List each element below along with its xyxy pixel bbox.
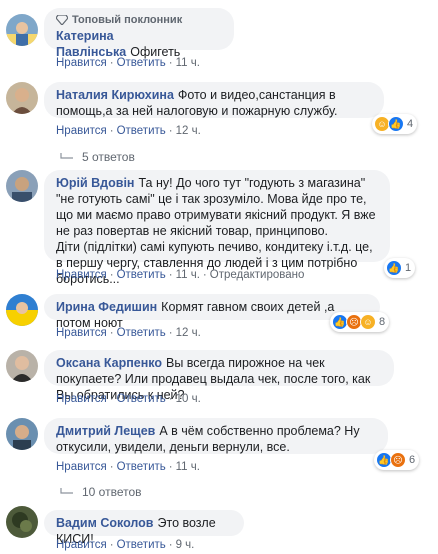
reaction-summary[interactable]: 👍 ☹ ☺ 8 xyxy=(330,312,390,332)
reply-button[interactable]: Ответить xyxy=(117,125,166,137)
comment-bubble: Ирина Федишин Кормят гавном своих детей ,… xyxy=(44,294,380,330)
reply-button[interactable]: Ответить xyxy=(117,269,166,281)
diamond-icon xyxy=(56,15,68,25)
comment-actions: Нравится · Ответить · 11 ч. · Отредактировано xyxy=(56,269,305,281)
reaction-summary[interactable]: 👍 1 xyxy=(384,258,416,278)
reply-button[interactable]: Ответить xyxy=(117,57,166,69)
like-button[interactable]: Нравится xyxy=(56,269,107,281)
comment-author[interactable]: Наталия Кирюхина xyxy=(56,88,174,102)
reply-button[interactable]: Ответить xyxy=(117,539,166,551)
reaction-count: 1 xyxy=(405,262,412,274)
comment-actions: Нравится · Ответить · 11 ч. xyxy=(56,461,200,473)
comment-time[interactable]: 11 ч. xyxy=(176,57,200,69)
like-button[interactable]: Нравится xyxy=(56,125,107,137)
haha-icon: ☺ xyxy=(360,314,376,330)
avatar[interactable] xyxy=(6,350,38,382)
avatar[interactable] xyxy=(6,170,38,202)
comment-actions: Нравится · Ответить · 11 ч. xyxy=(56,57,200,69)
comment-time[interactable]: 11 ч. xyxy=(176,461,200,473)
comment-actions: Нравится · Ответить · 12 ч. xyxy=(56,125,201,137)
comment-bubble: Юрій Вдовін Та ну! До чого тут "годують з… xyxy=(44,170,390,286)
comment-bubble: Топовый поклонник Катерина Павлінська Офи… xyxy=(44,8,234,59)
like-button[interactable]: Нравится xyxy=(56,461,107,473)
comment-time[interactable]: 12 ч. xyxy=(176,125,201,137)
top-fan-badge: Топовый поклонник xyxy=(56,13,222,27)
avatar[interactable] xyxy=(6,506,38,538)
edited-label[interactable]: Отредактировано xyxy=(210,269,305,281)
comment-author[interactable]: Вадим Соколов xyxy=(56,516,154,530)
comment-author[interactable]: Ирина Федишин xyxy=(56,300,157,314)
comment-bubble: Вадим Соколов Это возле КИСИ! xyxy=(44,510,244,546)
like-icon: 👍 xyxy=(386,260,402,276)
comment-time[interactable]: 12 ч. xyxy=(176,327,201,339)
comment-bubble: Оксана Карпенко Вы всегда пирожное на чек… xyxy=(44,350,394,402)
comment-time[interactable]: 10 ч. xyxy=(176,393,201,405)
badge-label: Топовый поклонник xyxy=(72,14,183,26)
comment-actions: Нравится · Ответить · 10 ч. xyxy=(56,393,201,405)
comment-actions: Нравится · Ответить · 12 ч. xyxy=(56,327,201,339)
comment-time[interactable]: 11 ч. xyxy=(176,269,200,281)
view-replies-link[interactable]: 5 ответов xyxy=(60,150,135,164)
view-replies-link[interactable]: 10 ответов xyxy=(60,485,142,499)
like-button[interactable]: Нравится xyxy=(56,393,107,405)
angry-icon: ☹ xyxy=(390,452,406,468)
comment-time[interactable]: 9 ч. xyxy=(176,539,195,551)
like-button[interactable]: Нравится xyxy=(56,57,107,69)
like-button[interactable]: Нравится xyxy=(56,327,107,339)
avatar[interactable] xyxy=(6,294,38,326)
reply-arrow-icon xyxy=(60,488,73,494)
reaction-count: 4 xyxy=(407,118,414,130)
reply-button[interactable]: Ответить xyxy=(117,393,166,405)
comment-bubble: Наталия Кирюхина Фото и видео,санстанция … xyxy=(44,82,384,118)
avatar[interactable] xyxy=(6,82,38,114)
like-icon: 👍 xyxy=(388,116,404,132)
avatar[interactable] xyxy=(6,14,38,46)
comment-author[interactable]: Юрій Вдовін xyxy=(56,176,134,190)
comment-actions: Нравится · Ответить · 9 ч. xyxy=(56,539,195,551)
reaction-count: 6 xyxy=(409,454,416,466)
reply-button[interactable]: Ответить xyxy=(117,327,166,339)
reply-arrow-icon xyxy=(60,153,73,159)
avatar[interactable] xyxy=(6,418,38,450)
comment-author[interactable]: Катерина Павлінська xyxy=(56,29,126,59)
comment-author[interactable]: Оксана Карпенко xyxy=(56,356,162,370)
reply-button[interactable]: Ответить xyxy=(117,461,166,473)
reaction-summary[interactable]: 👍 ☹ 6 xyxy=(374,450,420,470)
reaction-summary[interactable]: ☺ 👍 4 xyxy=(372,114,418,134)
comment-bubble: Дмитрий Лещев А в чём собственно проблема… xyxy=(44,418,388,454)
like-button[interactable]: Нравится xyxy=(56,539,107,551)
comment-author[interactable]: Дмитрий Лещев xyxy=(56,424,155,438)
reaction-count: 8 xyxy=(379,316,386,328)
